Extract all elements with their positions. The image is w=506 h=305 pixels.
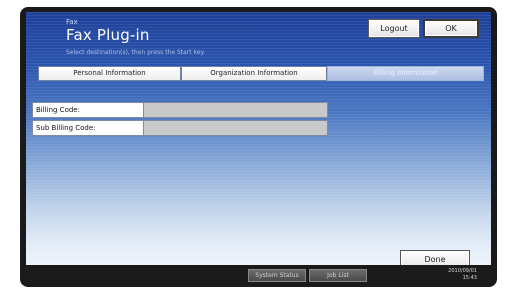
info-tabs: Personal Information Organization Inform… (38, 66, 484, 81)
date-time-display: 2010/09/01 15:43 (448, 268, 477, 282)
logout-button[interactable]: Logout (368, 19, 420, 38)
ok-button[interactable]: OK (423, 19, 479, 38)
mode-label: Fax (66, 18, 78, 26)
sub-billing-code-label: Sub Billing Code: (33, 121, 143, 135)
device-panel-frame: Fax Fax Plug-in Select destination(s), t… (20, 7, 497, 287)
job-list-button[interactable]: Job List (309, 269, 367, 282)
billing-code-row: Billing Code: (32, 102, 328, 118)
sub-billing-code-field[interactable] (143, 121, 327, 135)
fax-plugin-screen: Fax Fax Plug-in Select destination(s), t… (26, 12, 491, 265)
time-text: 15:43 (462, 275, 477, 281)
instruction-text: Select destination(s), then press the St… (66, 49, 206, 56)
tab-personal-information[interactable]: Personal Information (38, 66, 181, 81)
billing-code-field[interactable] (143, 103, 327, 117)
system-status-button[interactable]: System Status (248, 269, 306, 282)
date-text: 2010/09/01 (448, 268, 477, 274)
sub-billing-code-row: Sub Billing Code: (32, 120, 328, 136)
app-title: Fax Plug-in (66, 26, 150, 44)
done-button[interactable]: Done (400, 250, 470, 265)
tab-billing-information[interactable]: Billing Information (327, 66, 484, 81)
billing-code-label: Billing Code: (33, 103, 143, 117)
status-bar: System Status Job List 2010/09/01 15:43 (26, 267, 491, 283)
tab-organization-information[interactable]: Organization Information (181, 66, 327, 81)
